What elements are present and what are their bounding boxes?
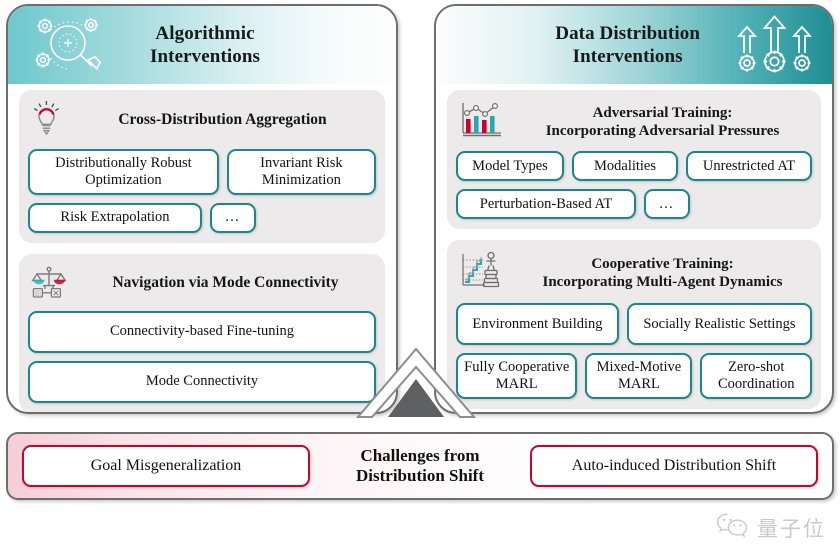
section-head: Cooperative Training: Incorporating Mult… (456, 247, 812, 303)
chip-perturbation-based-at[interactable]: Perturbation-Based AT (456, 189, 636, 219)
bottom-title-line2: Distribution Shift (356, 466, 484, 485)
section-title: Cross-Distribution Aggregation (69, 111, 376, 130)
section-head: Adversarial Training: Incorporating Adve… (456, 97, 812, 151)
chip-auto-induced-distribution-shift[interactable]: Auto-induced Distribution Shift (530, 445, 818, 487)
section-navigation-via-mode-connectivity: Navigation via Mode Connectivity Connect… (19, 253, 385, 412)
chip-more-ellipsis[interactable]: … (644, 189, 690, 219)
chip-modalities[interactable]: Modalities (572, 151, 678, 181)
agent-podium-chart-icon (459, 249, 505, 296)
balance-scale-icon (31, 263, 67, 304)
section-title: Navigation via Mode Connectivity (75, 274, 376, 293)
chip-goal-misgeneralization[interactable]: Goal Misgeneralization (22, 445, 310, 487)
chip-invariant-risk-minimization[interactable]: Invariant Risk Minimization (226, 149, 376, 195)
chip-zero-shot-coordination[interactable]: Zero-shot Coordination (700, 353, 812, 399)
chip-model-types[interactable]: Model Types (456, 151, 564, 181)
chip-row: Perturbation-Based AT … (456, 189, 812, 219)
panel-title-line1: Data Distribution (555, 22, 700, 44)
chip-connectivity-based-fine-tuning[interactable]: Connectivity-based Fine-tuning (28, 310, 376, 353)
interventions-panels: Algorithmic Interventions Cross-Distribu… (0, 0, 840, 424)
chip-row: Model Types Modalities Unrestricted AT (456, 151, 812, 181)
panel-header-algorithmic: Algorithmic Interventions (8, 6, 396, 84)
watermark-text: 量子位 (757, 516, 826, 541)
section-title-line2: Incorporating Adversarial Pressures (545, 122, 780, 139)
chip-socially-realistic-settings[interactable]: Socially Realistic Settings (626, 303, 812, 345)
chip-risk-extrapolation[interactable]: Risk Extrapolation (28, 202, 202, 233)
section-title: Adversarial Training: Incorporating Adve… (513, 104, 812, 140)
chip-mixed-motive-marl[interactable]: Mixed-Motive MARL (585, 353, 693, 399)
chip-row: Risk Extrapolation … (28, 202, 376, 233)
chip-environment-building[interactable]: Environment Building (456, 303, 619, 345)
chip-mode-connectivity[interactable]: Mode Connectivity (28, 360, 376, 403)
chip-unrestricted-at[interactable]: Unrestricted AT (686, 151, 812, 181)
panel-header-data-distribution: Data Distribution Interventions (436, 6, 832, 84)
arrows-gears-icon (728, 11, 820, 80)
section-title-line1: Cooperative Training: (591, 255, 734, 272)
panel-title-line1: Algorithmic (155, 22, 255, 44)
section-title-line1: Adversarial Training: (592, 104, 733, 121)
bottom-bar-title: Challenges from Distribution Shift (310, 446, 530, 487)
section-cooperative-training: Cooperative Training: Incorporating Mult… (447, 240, 821, 409)
panel-algorithmic-interventions: Algorithmic Interventions Cross-Distribu… (6, 4, 398, 414)
panel-title-data-distribution: Data Distribution Interventions (555, 22, 700, 68)
panel-body-algorithmic: Cross-Distribution Aggregation Distribut… (8, 84, 396, 412)
section-title-line2: Incorporating Multi-Agent Dynamics (542, 273, 783, 290)
lightbulb-icon (31, 99, 61, 142)
chip-distributionally-robust-optimization[interactable]: Distributionally Robust Optimization (28, 149, 219, 195)
challenges-bottom-bar: Goal Misgeneralization Challenges from D… (6, 432, 834, 500)
chip-row: Mode Connectivity (28, 360, 376, 403)
section-title: Cooperative Training: Incorporating Mult… (513, 255, 812, 291)
bar-line-chart-icon (459, 99, 505, 144)
upward-arrow-connector (352, 345, 480, 425)
section-head: Navigation via Mode Connectivity (28, 261, 376, 311)
panel-data-distribution-interventions: Data Distribution Interventions Adversar… (434, 4, 834, 414)
chip-row: Connectivity-based Fine-tuning (28, 310, 376, 353)
watermark: 量子位 (716, 512, 826, 543)
panel-title-line2: Interventions (572, 46, 683, 67)
chip-row: Fully Cooperative MARL Mixed-Motive MARL… (456, 353, 812, 399)
section-title-line1: Cross-Distribution Aggregation (118, 111, 327, 129)
magnifier-gears-icon (24, 12, 116, 79)
chip-more-ellipsis[interactable]: … (210, 202, 256, 233)
section-adversarial-training: Adversarial Training: Incorporating Adve… (447, 90, 821, 229)
section-title-line1: Navigation via Mode Connectivity (112, 274, 339, 292)
panel-body-data-distribution: Adversarial Training: Incorporating Adve… (436, 84, 832, 412)
panel-title-line2: Interventions (150, 46, 261, 67)
panel-title-algorithmic: Algorithmic Interventions (150, 22, 260, 68)
bottom-title-line1: Challenges from (360, 445, 480, 465)
chip-row: Environment Building Socially Realistic … (456, 303, 812, 345)
section-cross-distribution-aggregation: Cross-Distribution Aggregation Distribut… (19, 90, 385, 243)
section-head: Cross-Distribution Aggregation (28, 97, 376, 149)
chip-row: Distributionally Robust Optimization Inv… (28, 149, 376, 195)
wechat-icon (716, 512, 750, 543)
